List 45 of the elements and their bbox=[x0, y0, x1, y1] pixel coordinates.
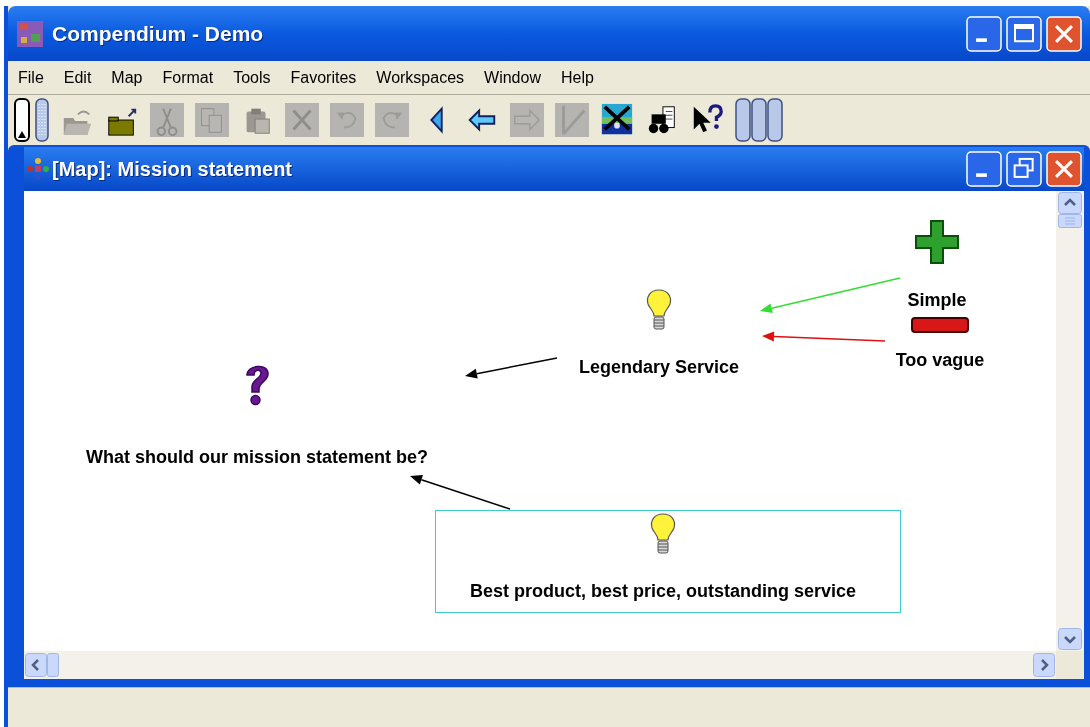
map-picture-tool-button[interactable] bbox=[600, 103, 634, 137]
menu-item[interactable]: Map bbox=[111, 65, 143, 90]
scroll-right-button[interactable] bbox=[1033, 653, 1055, 677]
slider-icon bbox=[14, 98, 30, 142]
menu-item[interactable]: Window bbox=[484, 65, 541, 90]
node-label[interactable]: What should our mission statement be? bbox=[86, 448, 428, 466]
close-button[interactable] bbox=[1046, 15, 1082, 52]
plus-icon[interactable] bbox=[914, 219, 960, 265]
node-label[interactable]: Best product, best price, outstanding service bbox=[469, 582, 857, 600]
app-icon bbox=[16, 19, 44, 48]
minus-icon[interactable] bbox=[911, 316, 969, 334]
vertical-scrollbar[interactable] bbox=[1056, 191, 1084, 651]
menu-item[interactable]: Workspaces bbox=[376, 65, 465, 90]
menu-item[interactable]: Format bbox=[162, 65, 214, 90]
scroll-left-button[interactable] bbox=[25, 653, 47, 677]
grip-icon bbox=[735, 98, 783, 142]
slider-tool-button[interactable] bbox=[14, 98, 30, 142]
scroll-down-button[interactable] bbox=[1058, 628, 1082, 650]
scroll-up-button[interactable] bbox=[1058, 192, 1082, 214]
grip-tool-button[interactable] bbox=[35, 98, 49, 142]
close-button[interactable] bbox=[1046, 151, 1082, 187]
minimize-button[interactable] bbox=[966, 15, 1002, 52]
horizontal-scrollbar[interactable] bbox=[24, 651, 1056, 679]
scrollbar-corner bbox=[1056, 651, 1084, 679]
grip-icon bbox=[35, 98, 49, 142]
grip-tool-button[interactable] bbox=[735, 98, 783, 142]
node-label[interactable]: Too vague bbox=[895, 351, 985, 369]
minimize-button[interactable] bbox=[966, 151, 1002, 187]
menu-item[interactable]: Edit bbox=[63, 65, 92, 90]
scroll-thumb[interactable] bbox=[1058, 214, 1082, 228]
map-icon bbox=[26, 157, 50, 181]
lightbulb-icon[interactable] bbox=[644, 288, 674, 332]
menu-item[interactable]: File bbox=[18, 65, 44, 90]
menu-item[interactable]: Help bbox=[560, 65, 594, 90]
map-window-title: [Map]: Mission statement bbox=[52, 157, 293, 182]
node-label[interactable]: Simple bbox=[907, 291, 967, 309]
window-title: Compendium - Demo bbox=[52, 20, 264, 47]
lightbulb-icon[interactable] bbox=[648, 512, 678, 556]
menu-item[interactable]: Tools bbox=[233, 65, 271, 90]
maximize-button[interactable] bbox=[1006, 15, 1042, 52]
menu-item[interactable]: Favorites bbox=[290, 65, 357, 90]
scroll-thumb[interactable] bbox=[47, 653, 59, 677]
map-picture-icon bbox=[600, 103, 634, 137]
restore-button[interactable] bbox=[1006, 151, 1042, 187]
node-label[interactable]: Legendary Service bbox=[578, 358, 740, 376]
